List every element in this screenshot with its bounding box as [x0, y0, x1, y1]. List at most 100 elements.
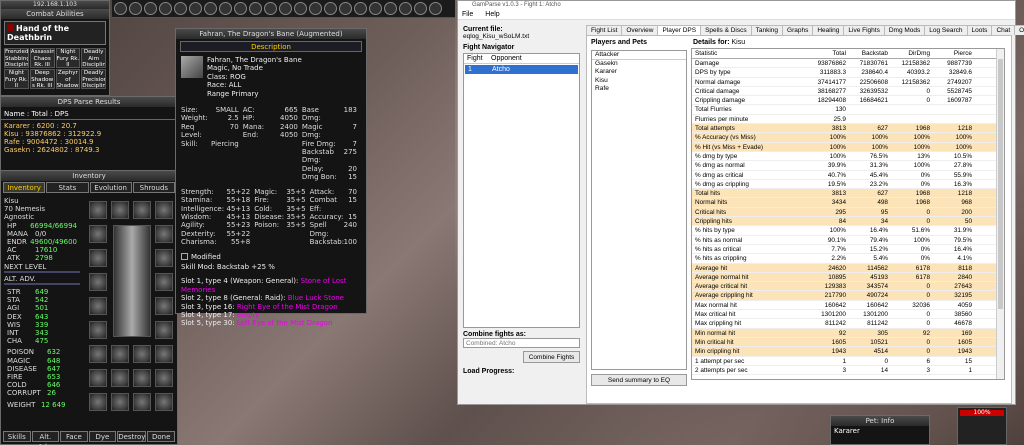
inventory-tab[interactable]: Shrouds — [132, 182, 175, 193]
ability-button[interactable]: Assassin's Chaos Rk. III — [29, 48, 55, 68]
app-tab[interactable]: Tanking — [750, 25, 784, 35]
send-summary-button[interactable]: Send summary to EQ — [591, 374, 687, 386]
inventory-button[interactable]: Done — [147, 431, 175, 442]
hotbar-button[interactable] — [114, 2, 127, 15]
equipment-slot[interactable] — [155, 345, 173, 363]
equipment-slot[interactable] — [111, 345, 129, 363]
equipment-slot[interactable] — [155, 225, 173, 243]
inventory-button[interactable]: Face — [60, 431, 88, 442]
equipment-slot[interactable] — [133, 369, 151, 387]
table-col-header[interactable]: Statistic — [692, 49, 806, 58]
equipment-slot[interactable] — [133, 393, 151, 411]
hotbar-button[interactable] — [339, 2, 352, 15]
inventory-tab[interactable]: Evolution — [89, 182, 132, 193]
hotbar-button[interactable] — [129, 2, 142, 15]
app-tab[interactable]: Options — [1014, 25, 1024, 35]
player-list-item[interactable]: Rafe — [592, 85, 686, 94]
hotbar-button[interactable] — [249, 2, 262, 15]
equipment-slot[interactable] — [111, 369, 129, 387]
combine-input[interactable]: Combined: Atcho — [463, 338, 580, 348]
equipment-slot[interactable] — [89, 225, 107, 243]
equipment-slot[interactable] — [89, 249, 107, 267]
equipment-slot[interactable] — [111, 201, 129, 219]
hotbar-button[interactable] — [264, 2, 277, 15]
players-list[interactable]: Attacker Gasekn Kararer Kisu Rafe — [591, 50, 687, 370]
hotbar-button[interactable] — [219, 2, 232, 15]
table-col-header[interactable]: DirDmg — [890, 49, 932, 58]
ability-button[interactable]: Night Fury Rk. II — [4, 69, 29, 89]
equipment-slot[interactable] — [133, 345, 151, 363]
hotbar-button[interactable] — [414, 2, 427, 15]
ability-button[interactable]: Zephyr of Shadows — [55, 69, 81, 89]
app-tab[interactable]: Live Fights — [843, 25, 885, 35]
scroll-thumb[interactable] — [998, 59, 1003, 309]
ability-button[interactable]: Deep Shadow s Rk. III — [29, 69, 55, 89]
equipment-slot[interactable] — [155, 201, 173, 219]
hotbar-button[interactable] — [354, 2, 367, 15]
player-list-item[interactable]: Kisu — [592, 77, 686, 86]
app-tab[interactable]: Chat — [991, 25, 1016, 35]
equipment-slot[interactable] — [155, 393, 173, 411]
menu-item[interactable]: File — [462, 9, 473, 19]
app-tab[interactable]: Player DPS — [657, 25, 702, 35]
fight-list[interactable]: Fight Opponent 1 Atcho — [463, 53, 580, 328]
player-list-item[interactable]: Kararer — [592, 68, 686, 77]
hotbar-button[interactable] — [144, 2, 157, 15]
equipment-slot[interactable] — [111, 393, 129, 411]
combine-fights-button[interactable]: Combine Fights — [523, 351, 580, 363]
equipment-slot[interactable] — [89, 321, 107, 339]
app-tab[interactable]: Overview — [621, 25, 659, 35]
equipment-slot[interactable] — [89, 393, 107, 411]
ability-button[interactable]: Deadly Aim Disciplin — [81, 48, 106, 68]
hotbar-button[interactable] — [204, 2, 217, 15]
equipment-slot[interactable] — [155, 249, 173, 267]
table-col-header[interactable]: Backstab — [848, 49, 890, 58]
equipment-slot[interactable] — [89, 273, 107, 291]
inventory-button[interactable]: Alt. Adv. — [31, 431, 60, 445]
hotbar-button[interactable] — [279, 2, 292, 15]
hotbar-button[interactable] — [429, 2, 442, 15]
hotbar-button[interactable] — [309, 2, 322, 15]
app-tab[interactable]: Healing — [812, 25, 845, 35]
app-tab[interactable]: Loots — [966, 25, 993, 35]
hotbar-button[interactable] — [324, 2, 337, 15]
equipment-slot[interactable] — [155, 369, 173, 387]
inventory-button[interactable]: Dye — [88, 431, 117, 442]
ability-button[interactable]: Night Fury Rk. II — [55, 48, 81, 68]
equipment-slot[interactable] — [155, 321, 173, 339]
app-tab[interactable]: Graphs — [782, 25, 814, 35]
equipment-slot[interactable] — [89, 345, 107, 363]
description-button[interactable]: Description — [180, 41, 362, 52]
hotbar-button[interactable] — [399, 2, 412, 15]
equipment-slot[interactable] — [89, 369, 107, 387]
hotbar-button[interactable] — [234, 2, 247, 15]
menu-item[interactable]: Help — [485, 9, 499, 19]
target-name-box[interactable]: Hand of the Deathbrin — [4, 21, 106, 45]
equipment-slot[interactable] — [133, 201, 151, 219]
inventory-tab[interactable]: Stats — [46, 182, 89, 193]
equipment-slot[interactable] — [89, 297, 107, 315]
hotbar-button[interactable] — [159, 2, 172, 15]
app-tab[interactable]: Spells & Discs — [700, 25, 752, 35]
hotbar-button[interactable] — [294, 2, 307, 15]
table-col-header[interactable]: Total — [806, 49, 848, 58]
player-list-item[interactable]: Gasekn — [592, 60, 686, 69]
ability-button[interactable]: Frenzied Stabbing Disciplin — [4, 48, 29, 68]
app-tab[interactable]: Fight List — [586, 25, 623, 35]
equipment-slot[interactable] — [155, 273, 173, 291]
ability-button[interactable]: Deadly Precision Disciplin — [81, 69, 106, 89]
hotbar-button[interactable] — [174, 2, 187, 15]
inventory-tab[interactable]: Inventory — [3, 182, 46, 193]
hotbar-button[interactable] — [369, 2, 382, 15]
hotbar-button[interactable] — [384, 2, 397, 15]
app-tab[interactable]: Log Search — [924, 25, 968, 35]
inventory-button[interactable]: Skills — [3, 431, 31, 442]
modified-checkbox[interactable] — [181, 253, 188, 261]
equipment-slot[interactable] — [89, 201, 107, 219]
fight-row[interactable]: 1 Atcho — [465, 65, 578, 74]
app-tab[interactable]: Dmg Mods — [883, 25, 926, 35]
stats-scrollbar[interactable] — [996, 49, 1004, 379]
hotbar-button[interactable] — [189, 2, 202, 15]
table-col-header[interactable]: Pierce — [932, 49, 974, 58]
equipment-slot[interactable] — [155, 297, 173, 315]
